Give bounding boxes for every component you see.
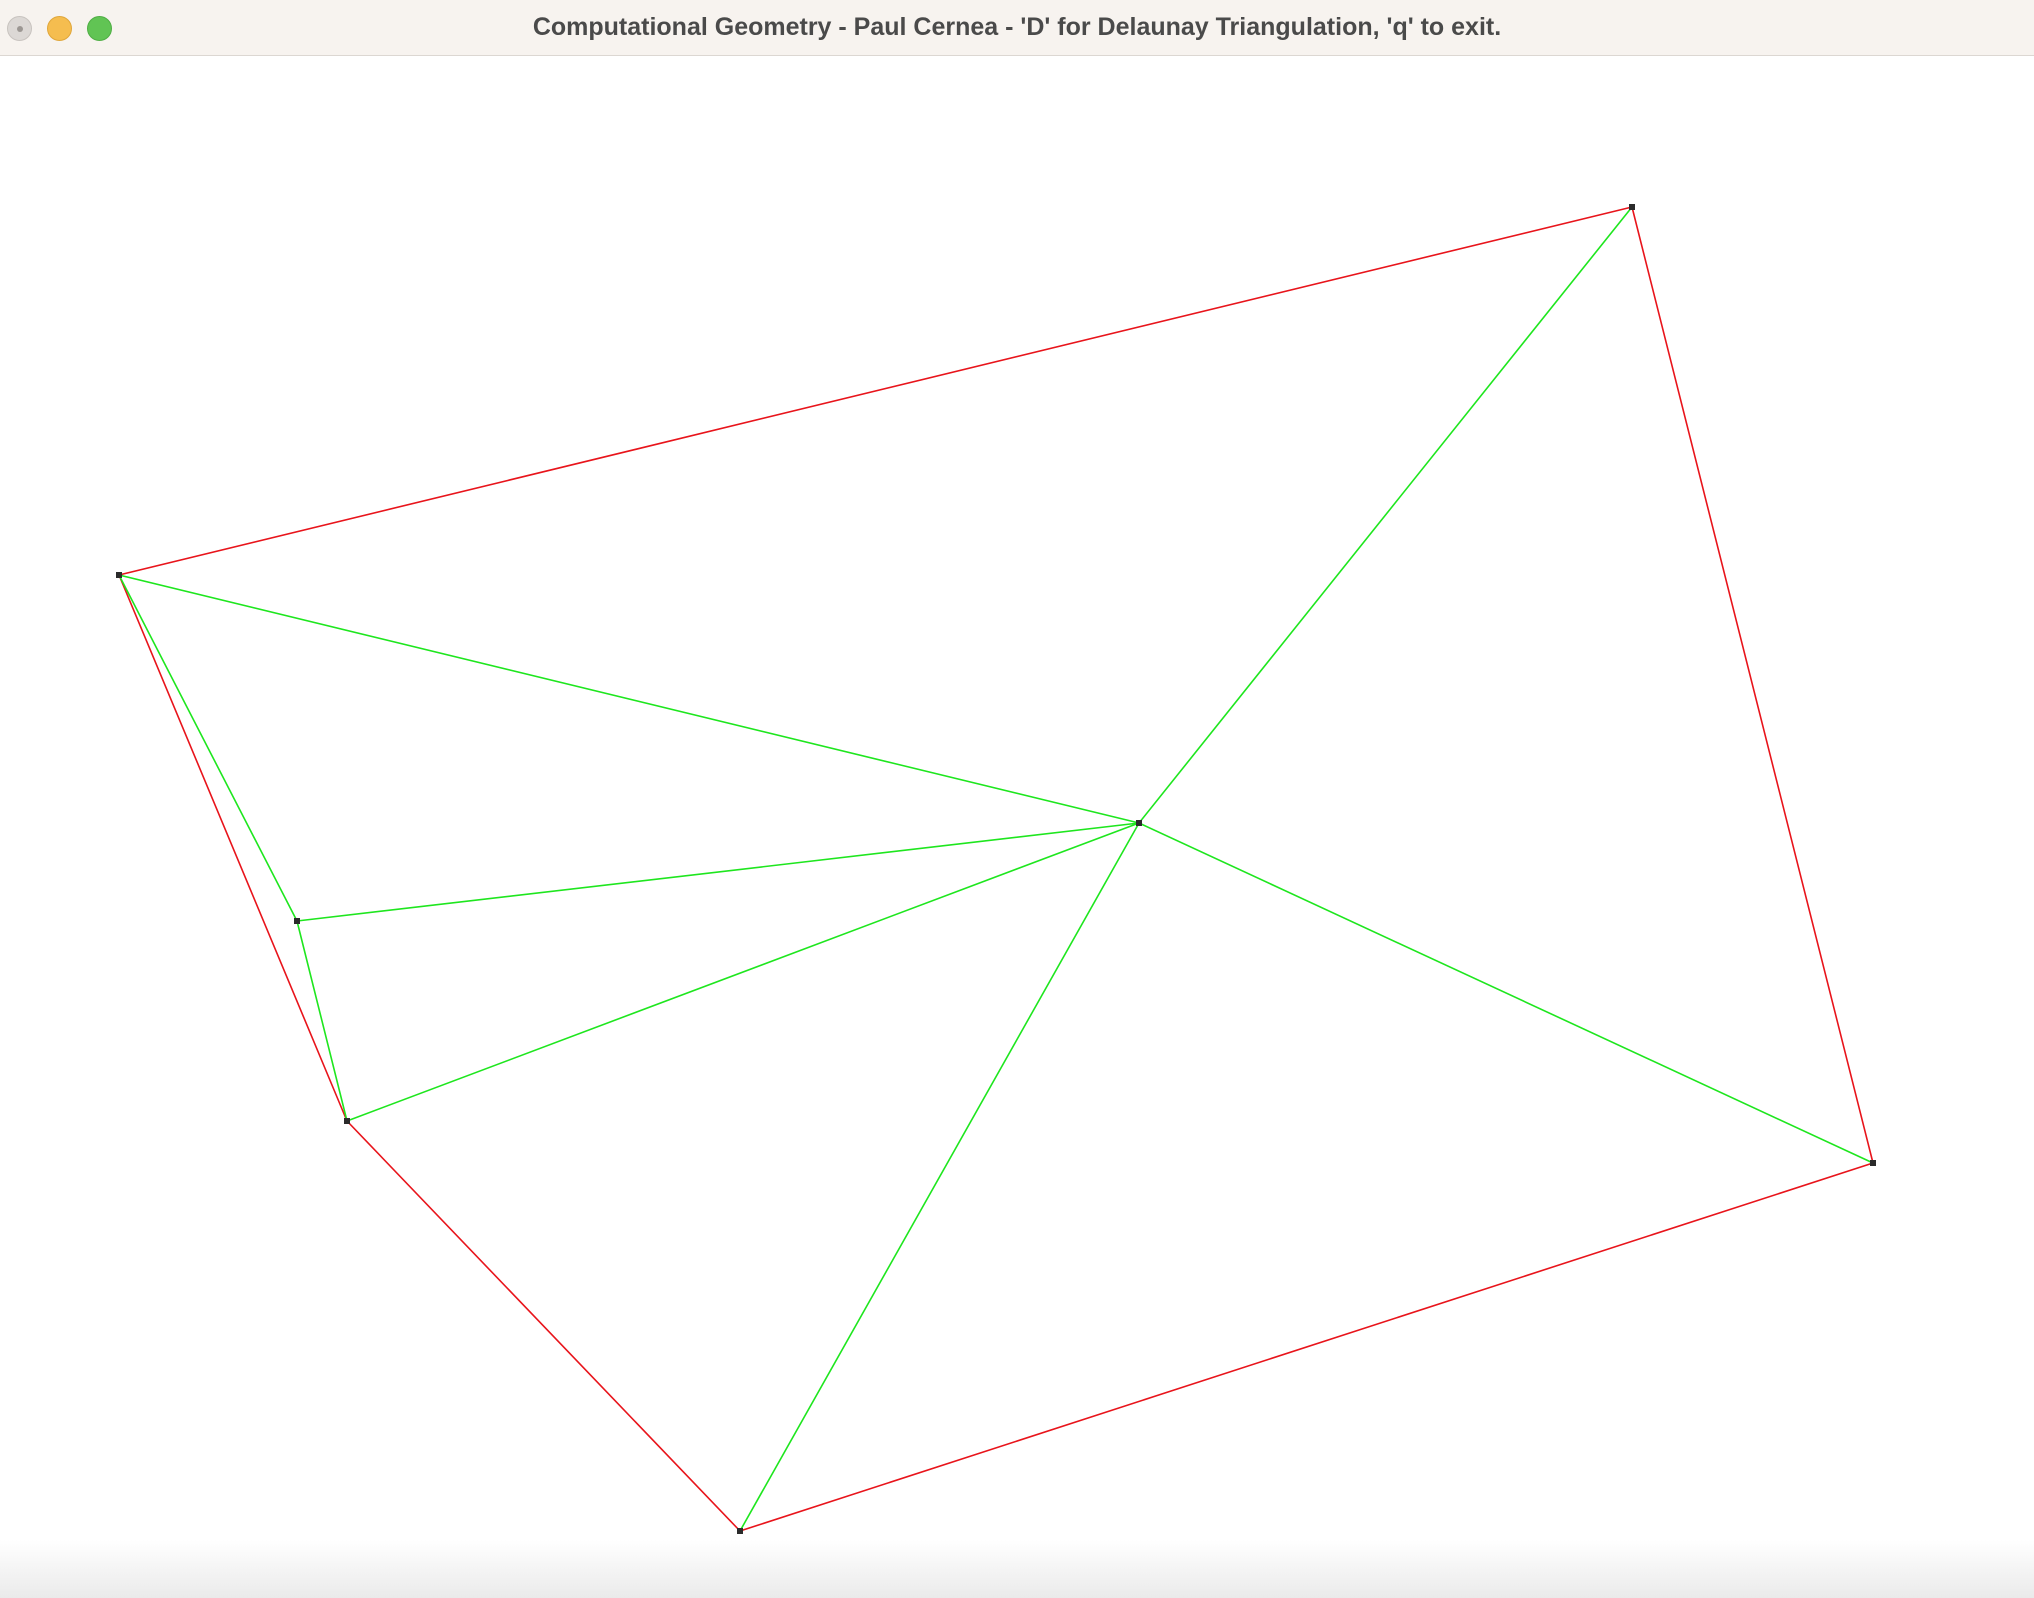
vertex-point[interactable] <box>1136 820 1142 826</box>
convex-hull-edges <box>118 206 1874 1532</box>
triangulation-edges <box>118 206 1874 1532</box>
hull-edge <box>1631 206 1874 1164</box>
vertex-point[interactable] <box>1629 204 1635 210</box>
hull-edge <box>118 206 1633 576</box>
app-window: Computational Geometry - Paul Cernea - '… <box>0 0 2034 1598</box>
hull-edge <box>739 1162 1874 1532</box>
triangulation-edge <box>1138 206 1633 824</box>
triangulation-edge <box>739 822 1140 1532</box>
vertices <box>116 204 1876 1534</box>
bottom-shadow <box>0 1540 2034 1598</box>
triangulation-edge <box>1138 822 1874 1164</box>
hull-edge <box>118 574 348 1122</box>
triangulation-edge <box>296 822 1140 922</box>
triangulation-edge <box>118 574 1140 824</box>
drawing-canvas[interactable] <box>0 56 2034 1598</box>
vertex-point[interactable] <box>294 918 300 924</box>
vertex-point[interactable] <box>344 1118 350 1124</box>
title-bar[interactable]: Computational Geometry - Paul Cernea - '… <box>0 0 2034 56</box>
vertex-point[interactable] <box>1870 1160 1876 1166</box>
triangulation-scene[interactable] <box>0 56 2034 1598</box>
hull-edge <box>346 1120 741 1532</box>
triangulation-edge <box>346 822 1140 1122</box>
vertex-point[interactable] <box>737 1528 743 1534</box>
triangulation-edge <box>118 574 298 922</box>
window-title: Computational Geometry - Paul Cernea - '… <box>532 13 1502 41</box>
vertex-point[interactable] <box>116 572 122 578</box>
